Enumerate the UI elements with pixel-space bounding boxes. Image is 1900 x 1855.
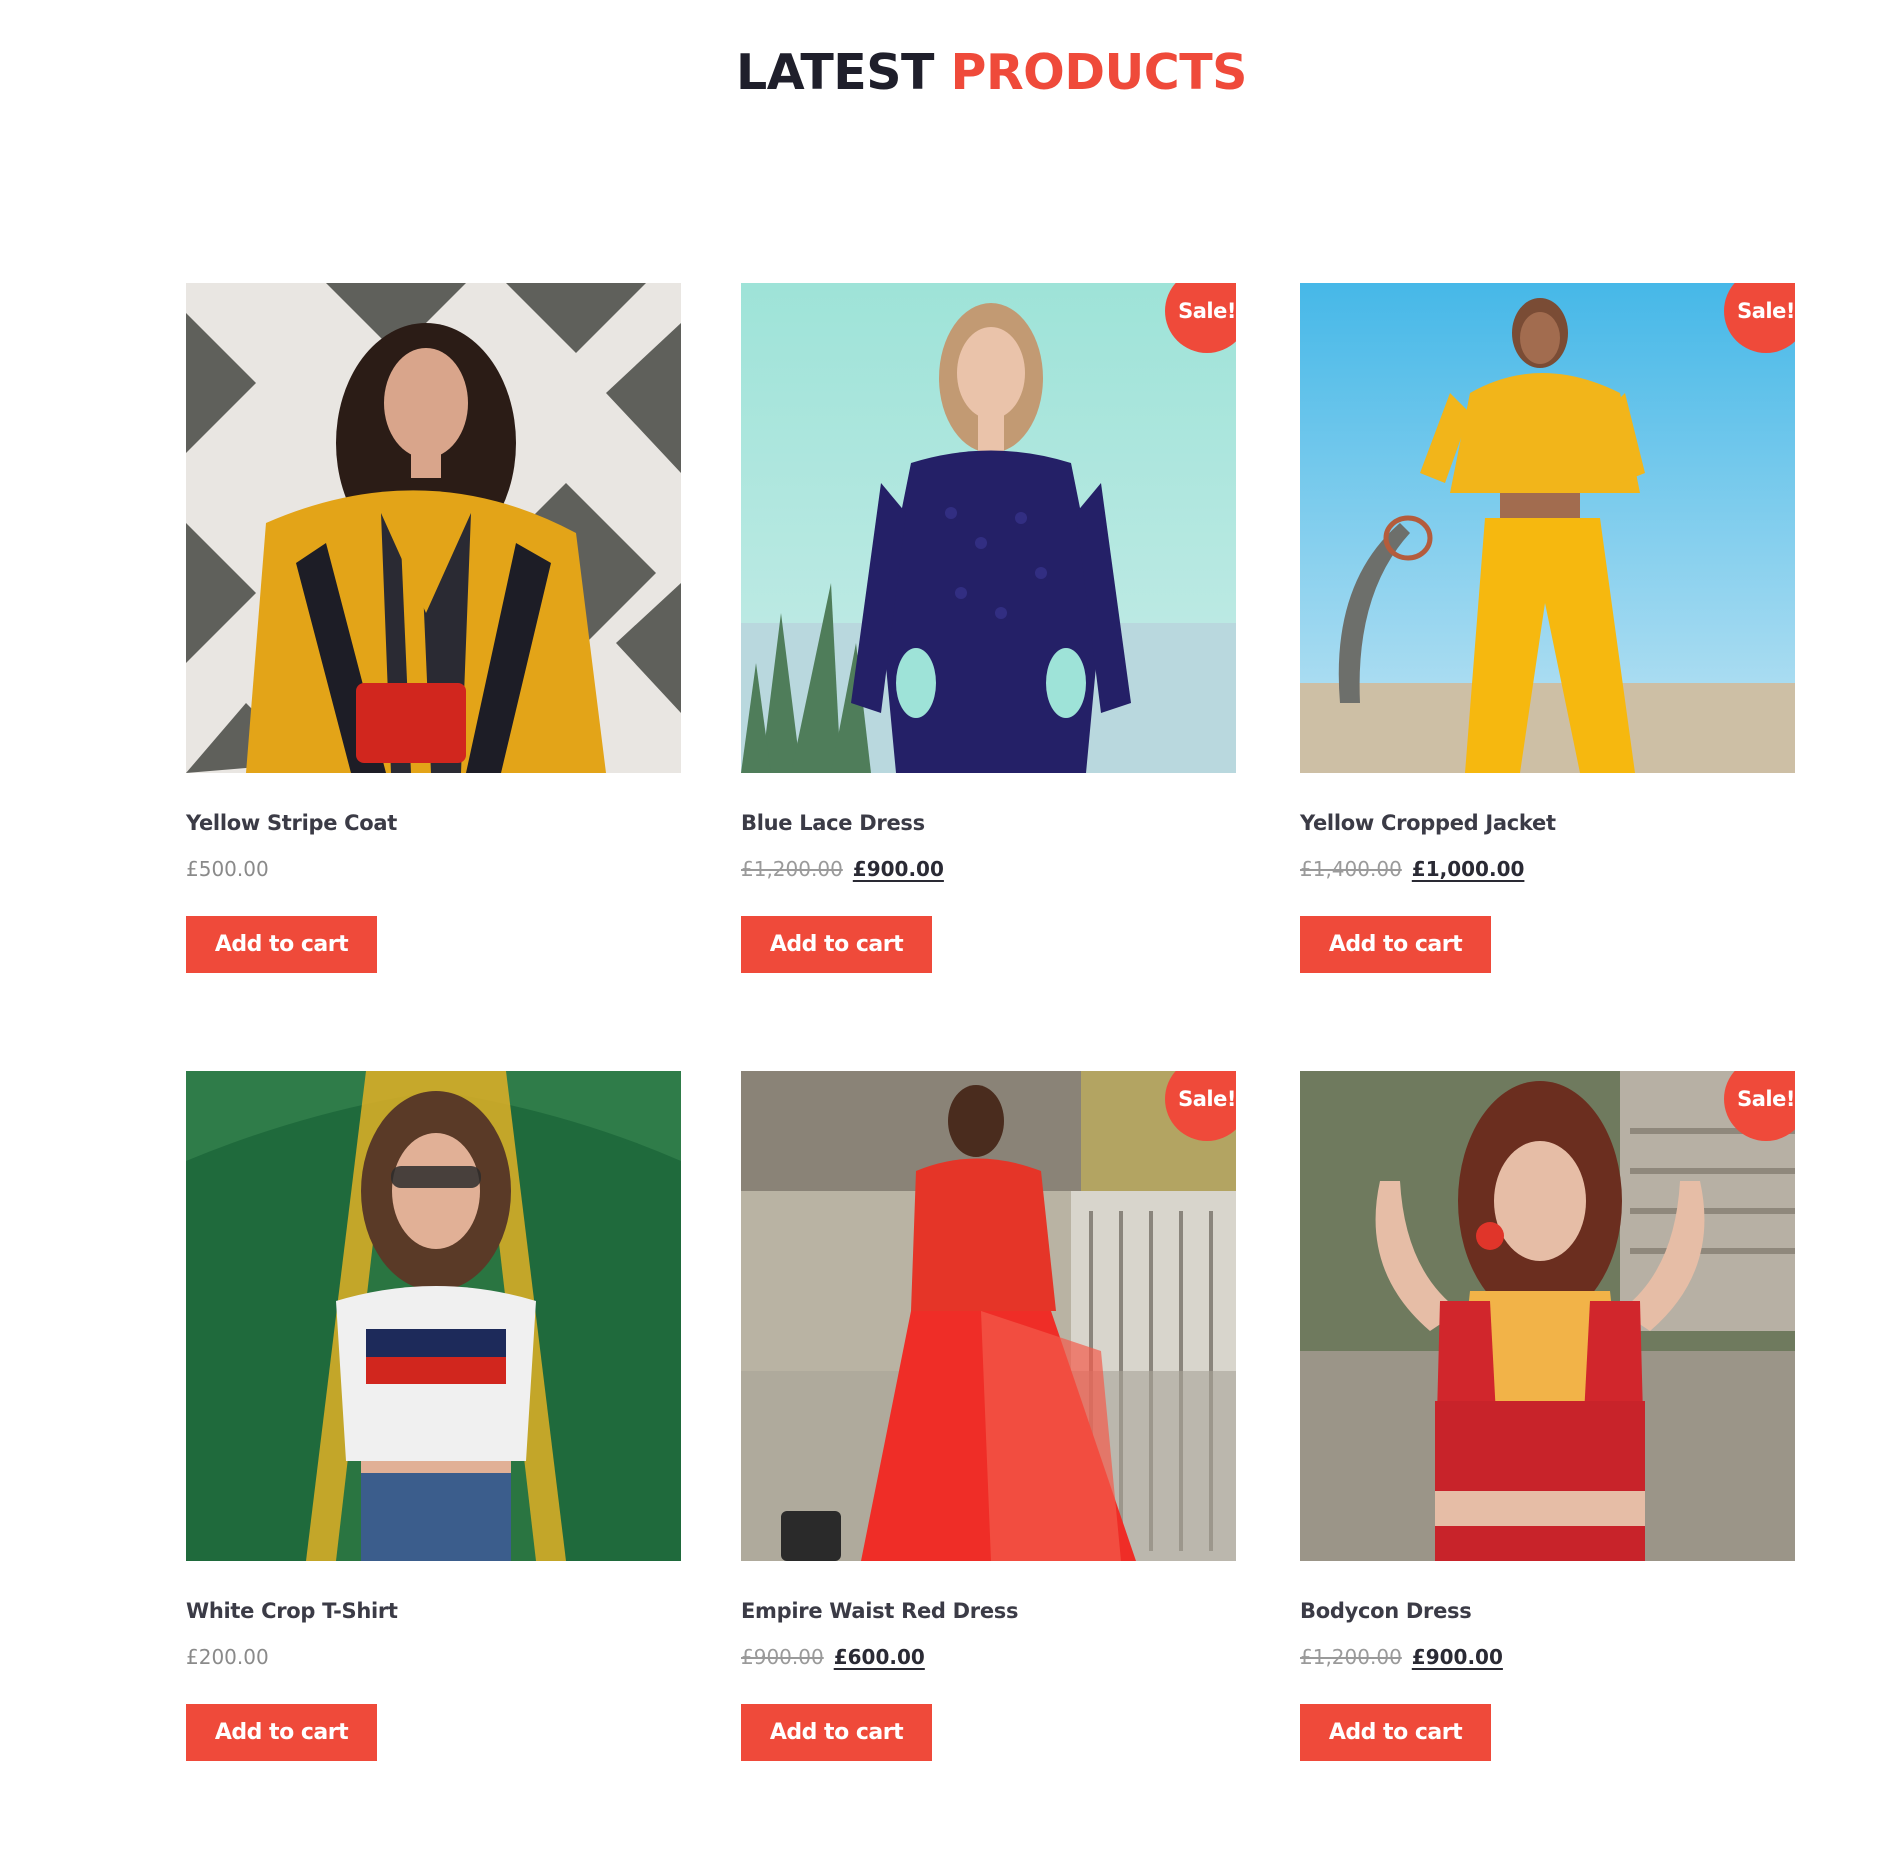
product-image[interactable] [186,283,681,773]
product-name[interactable]: White Crop T-Shirt [186,1599,681,1623]
old-price: £900.00 [741,1645,824,1669]
product-price: £1,400.00 £1,000.00 [1300,857,1795,885]
sale-price: £900.00 [1411,1645,1503,1669]
product-card: Sale! Blue Lace Dress £1,200.00 £900.00 A… [741,283,1236,973]
title-part-products: PRODUCTS [950,44,1248,101]
regular-price: £500.00 [186,857,269,881]
section-title: LATEST PRODUCTS [0,44,1900,101]
product-name[interactable]: Yellow Stripe Coat [186,811,681,835]
product-card: Sale! Bodycon Dress £1,200.00 £900.00 Add… [1300,1071,1795,1761]
product-price: £200.00 [186,1645,681,1673]
latest-products-section: LATEST PRODUCTS Yellow Stripe Coat £500.… [0,0,1900,1855]
add-to-cart-button[interactable]: Add to cart [186,1704,377,1761]
product-name[interactable]: Blue Lace Dress [741,811,1236,835]
sale-price: £1,000.00 [1411,857,1525,881]
add-to-cart-button[interactable]: Add to cart [1300,1704,1491,1761]
product-card: Sale! Yellow Cropped Jacket £1,400.00 £1,… [1300,283,1795,973]
product-image[interactable] [186,1071,681,1561]
product-card: Sale! Empire Waist Red Dress £900.00 £600… [741,1071,1236,1761]
product-image[interactable]: Sale! [1300,1071,1795,1561]
old-price: £1,200.00 [1300,1645,1402,1669]
product-price: £1,200.00 £900.00 [741,857,1236,885]
old-price: £1,200.00 [741,857,843,881]
add-to-cart-button[interactable]: Add to cart [741,1704,932,1761]
product-card: White Crop T-Shirt £200.00 Add to cart [186,1071,681,1761]
old-price: £1,400.00 [1300,857,1402,881]
sale-price: £900.00 [852,857,944,881]
product-name[interactable]: Empire Waist Red Dress [741,1599,1236,1623]
product-name[interactable]: Bodycon Dress [1300,1599,1795,1623]
sale-price: £600.00 [833,1645,925,1669]
regular-price: £200.00 [186,1645,269,1669]
add-to-cart-button[interactable]: Add to cart [1300,916,1491,973]
product-card: Yellow Stripe Coat £500.00 Add to cart [186,283,681,973]
add-to-cart-button[interactable]: Add to cart [186,916,377,973]
product-price: £1,200.00 £900.00 [1300,1645,1795,1673]
product-image[interactable]: Sale! [741,283,1236,773]
add-to-cart-button[interactable]: Add to cart [741,916,932,973]
product-image[interactable]: Sale! [741,1071,1236,1561]
product-image[interactable]: Sale! [1300,283,1795,773]
product-price: £900.00 £600.00 [741,1645,1236,1673]
title-part-latest: LATEST [736,44,934,101]
product-price: £500.00 [186,857,681,885]
product-name[interactable]: Yellow Cropped Jacket [1300,811,1795,835]
